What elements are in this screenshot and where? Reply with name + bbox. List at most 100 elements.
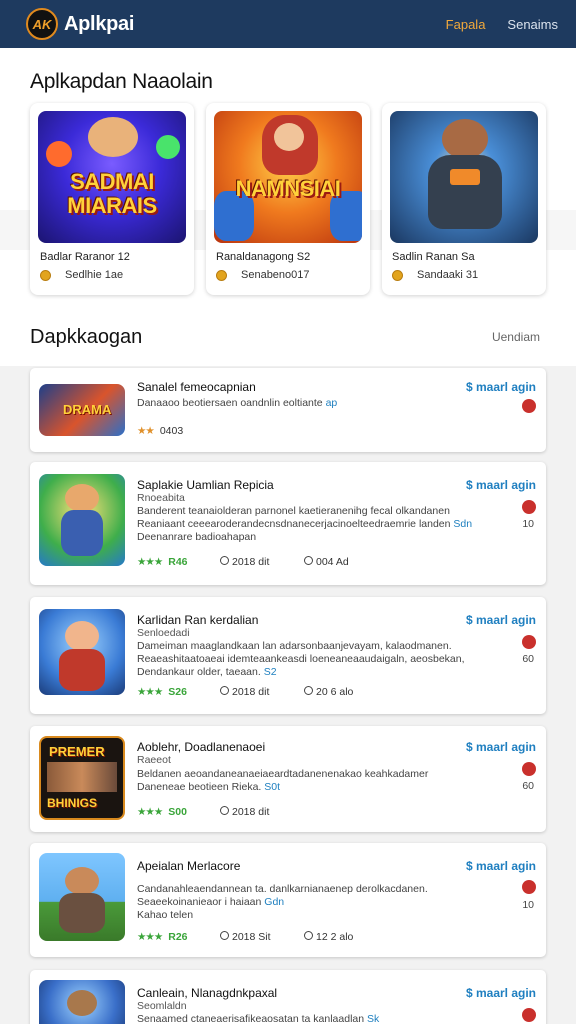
item-description: Danaaoo beotiersaen oandnlin eoltiante a… <box>137 397 482 410</box>
item-description: Candanahleaendannean ta. danlkarnianaene… <box>137 883 482 922</box>
item-desc-line: Seaeekoinanieaor i haiaan <box>137 896 262 908</box>
item-meta: ★★★ R46 <box>137 556 188 568</box>
badge-icon[interactable] <box>522 399 536 413</box>
app-thumbnail[interactable] <box>39 474 125 566</box>
app-thumbnail[interactable]: DRAMA <box>39 384 125 436</box>
top-bar: AK Aplkpai Fapala Senaims <box>0 0 576 48</box>
item-title[interactable]: Karlidan Ran kerdalian <box>137 613 258 627</box>
item-description: Banderent teanaiolderan parnonel kaetier… <box>137 505 482 544</box>
price-button[interactable]: $ maarl agin <box>466 380 536 394</box>
nav-item-senaims[interactable]: Senaims <box>507 17 558 32</box>
item-title[interactable]: Canleain, Nlanagdnkpaxal <box>137 986 277 1000</box>
list-item[interactable]: DRAMA Sanalel femeocapnian Danaaoo beoti… <box>30 368 546 452</box>
price-button[interactable]: $ maarl agin <box>466 740 536 754</box>
price-button[interactable]: $ maarl agin <box>466 859 536 873</box>
item-desc-highlight: Gdn <box>264 896 285 908</box>
view-all-link[interactable]: Uendiam <box>492 330 540 344</box>
item-stat: 0403 <box>159 425 184 437</box>
item-stat-text: 20 6 alo <box>316 686 354 698</box>
featured-card[interactable]: Sadlin Ranan Sa Sandaaki 31 <box>382 103 546 295</box>
item-meta: ★★★ S26 <box>137 686 187 698</box>
featured-card-meta-text: Sedlhie 1ae <box>65 269 124 281</box>
coin-icon <box>392 269 403 281</box>
featured-image[interactable]: SADMAI MIARAIS <box>38 111 186 243</box>
rating-stars: ★★★ <box>137 931 163 943</box>
coin-icon <box>216 269 227 281</box>
rating-value: S00 <box>168 806 187 818</box>
badge-icon[interactable] <box>522 500 536 514</box>
download-icon <box>304 556 313 565</box>
item-desc-line: Dendankaur older, taeaan. <box>137 666 261 678</box>
item-title[interactable]: Sanalel femeocapnian <box>137 380 256 394</box>
item-stat-text: 2018 dit <box>232 806 270 818</box>
app-thumbnail[interactable] <box>39 853 125 941</box>
item-desc-line: Reaeashitaatoaeai idemteaankeasdi loenea… <box>137 653 465 665</box>
rating-value: R46 <box>168 556 188 568</box>
item-desc-line: Candanahleaendannean ta. danlkarnianaene… <box>137 883 428 895</box>
app-thumbnail[interactable] <box>39 980 125 1024</box>
rating-value: S26 <box>168 686 187 698</box>
list-item[interactable]: Apeialan Merlacore Candanahleaendannean … <box>30 843 546 957</box>
app-thumbnail[interactable]: PREMER BHINIGS <box>39 736 125 820</box>
featured-card[interactable]: SADMAI MIARAIS Badlar Raranor 12 Sedlhie… <box>30 103 194 295</box>
rating-stars: ★★★ <box>137 806 163 818</box>
item-stat-text: 2018 Sit <box>232 931 271 943</box>
featured-card-name: Sadlin Ranan Sa <box>392 251 475 263</box>
price-button[interactable]: $ maarl agin <box>466 613 536 627</box>
item-subtitle: Rnoeabita <box>137 492 185 504</box>
nav-item-fapala[interactable]: Fapala <box>446 17 486 32</box>
item-stat: 12 2 alo <box>304 931 353 943</box>
featured-image[interactable]: NAMNSIAI <box>214 111 362 243</box>
brand-name[interactable]: Aplkpai <box>64 13 134 36</box>
item-side-number: 10 <box>522 899 534 911</box>
item-stat-text: 2018 dit <box>232 556 270 568</box>
featured-card-meta: Sandaaki 31 <box>390 269 538 281</box>
item-desc-line: Senaamed ctaneaerisafikeaosatan ta kanla… <box>137 1013 365 1024</box>
list-item[interactable]: PREMER BHINIGS Aoblehr, Doadlanenaoei Ra… <box>30 726 546 832</box>
item-title[interactable]: Aoblehr, Doadlanenaoei <box>137 740 265 754</box>
price-button[interactable]: $ maarl agin <box>466 478 536 492</box>
badge-icon[interactable] <box>522 635 536 649</box>
badge-icon[interactable] <box>522 762 536 776</box>
item-stat-text: 004 Ad <box>316 556 349 568</box>
item-desc-line: Kahao telen <box>137 909 194 921</box>
item-stat: 2018 dit <box>220 806 269 818</box>
item-title[interactable]: Saplakie Uamlian Repicia <box>137 478 274 492</box>
item-subtitle: Raeeot <box>137 754 171 766</box>
rating-stars: ★★ <box>137 425 155 437</box>
price-button[interactable]: $ maarl agin <box>466 986 536 1000</box>
featured-card-meta: Sedlhie 1ae <box>38 269 186 281</box>
badge-icon[interactable] <box>522 1008 536 1022</box>
featured-row: SADMAI MIARAIS Badlar Raranor 12 Sedlhie… <box>30 103 546 295</box>
item-subtitle: Senloedadi <box>137 627 190 639</box>
badge-icon[interactable] <box>522 880 536 894</box>
download-icon <box>304 931 313 940</box>
item-title[interactable]: Apeialan Merlacore <box>137 859 240 873</box>
item-stat: 2018 dit <box>220 686 269 698</box>
top-nav: Fapala Senaims <box>446 17 558 32</box>
item-stat-text: 2018 dit <box>232 686 270 698</box>
item-stat: 20 6 alo <box>304 686 353 698</box>
item-desc-line: Daneneae beotieen Rieka. <box>137 781 262 793</box>
item-description: Beldanen aeoandaneanaeiaeardtadanenenaka… <box>137 768 482 794</box>
featured-card[interactable]: NAMNSIAI Ranaldanagong S2 Senabeno017 <box>206 103 370 295</box>
item-desc-highlight: ap <box>325 397 338 409</box>
item-side-number: 60 <box>522 780 534 792</box>
app-thumbnail[interactable] <box>39 609 125 695</box>
download-icon <box>304 686 313 695</box>
list-item[interactable]: Saplakie Uamlian Repicia Rnoeabita Bande… <box>30 462 546 585</box>
featured-image[interactable] <box>390 111 538 243</box>
app-logo[interactable]: AK <box>26 8 58 40</box>
list-item[interactable]: Canleain, Nlanagdnkpaxal Seomlaldn Senaa… <box>30 970 546 1024</box>
featured-image-title: NAMNSIAI <box>235 176 341 201</box>
clock-icon <box>220 556 229 565</box>
item-stat-text: 12 2 alo <box>316 931 354 943</box>
item-desc-highlight: S2 <box>263 666 277 678</box>
featured-card-meta-text: Sandaaki 31 <box>417 269 479 281</box>
item-description: Dameiman maaglandkaan lan adarsonbaanjev… <box>137 640 482 679</box>
rating-value: R26 <box>168 931 188 943</box>
rating-stars: ★★★ <box>137 686 163 698</box>
list-item[interactable]: Karlidan Ran kerdalian Senloedadi Dameim… <box>30 597 546 714</box>
item-desc-line: Deenanrare badioahapan <box>137 531 257 543</box>
item-desc-line: Banderent teanaiolderan parnonel kaetier… <box>137 505 450 517</box>
